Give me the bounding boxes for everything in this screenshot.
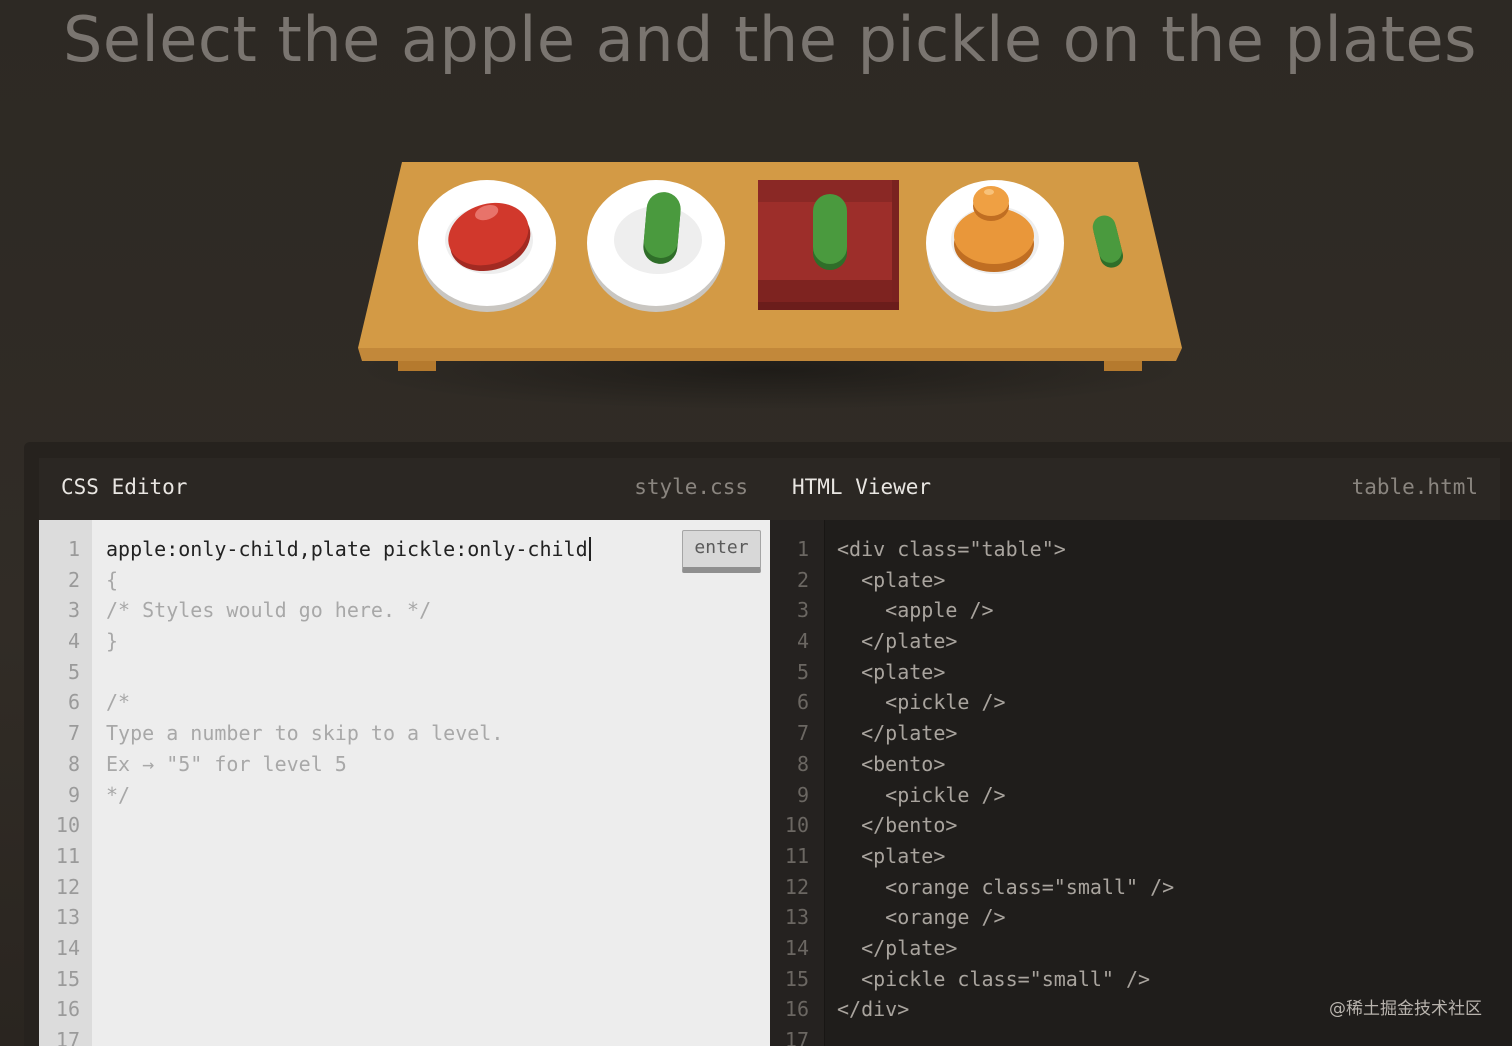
line-number: 4 — [796, 629, 809, 654]
game-stage: Select the apple and the pickle on the p… — [0, 0, 1512, 1046]
line-number: 8 — [796, 751, 809, 776]
line-number: 15 — [55, 966, 80, 991]
line-number: 8 — [67, 751, 80, 776]
line-number: 11 — [55, 843, 80, 868]
code-line: Type a number to skip to a level. — [106, 721, 504, 746]
table-front-edge — [358, 348, 1182, 361]
css-editor-header: CSS Editor style.css — [39, 458, 770, 521]
html-line-orange[interactable]: <orange /> — [837, 902, 1174, 933]
pickle — [813, 194, 847, 270]
html-line-pickle-small[interactable]: <pickle class="small" /> — [837, 964, 1174, 995]
html-line-plate-close[interactable]: </plate> — [837, 718, 1174, 749]
plate-with-oranges[interactable] — [926, 180, 1064, 312]
line-number: 9 — [796, 782, 809, 807]
html-line-pickle[interactable]: <pickle /> — [837, 780, 1174, 811]
line-number: 17 — [784, 1028, 809, 1046]
code-line: /* Styles would go here. */ — [106, 598, 432, 623]
line-number: 16 — [55, 997, 80, 1022]
line-number: 5 — [796, 659, 809, 684]
line-number: 2 — [796, 567, 809, 592]
plate-with-pickle[interactable] — [587, 180, 725, 312]
html-line-plate-close[interactable]: </plate> — [837, 933, 1174, 964]
html-line-plate[interactable]: <plate> — [837, 841, 1174, 872]
text-caret — [588, 537, 591, 561]
watermark: @稀土掘金技术社区 — [1329, 999, 1482, 1019]
code-line: { — [106, 567, 119, 592]
html-line-numbers: 1 2 3 4 5 6 7 8 9 10 11 12 13 14 15 16 1… — [770, 534, 809, 1046]
html-line-pickle[interactable]: <pickle /> — [837, 687, 1174, 718]
css-editor-title: CSS Editor — [61, 475, 188, 499]
html-line-plate[interactable]: <plate> — [837, 565, 1174, 596]
line-number: 4 — [67, 629, 80, 654]
html-viewer-filename: table.html — [1351, 475, 1478, 499]
line-number: 2 — [67, 567, 80, 592]
line-number: 14 — [784, 935, 809, 960]
line-number: 13 — [55, 905, 80, 930]
html-line-plate-close[interactable]: </plate> — [837, 626, 1174, 657]
html-line-bento-close[interactable]: </bento> — [837, 810, 1174, 841]
html-line-plate[interactable]: <plate> — [837, 657, 1174, 688]
html-line-table-close[interactable]: </div> — [837, 994, 1174, 1025]
code-line: Ex → "5" for level 5 — [106, 751, 347, 776]
bento-with-pickle[interactable] — [758, 180, 899, 310]
line-number: 15 — [784, 966, 809, 991]
code-line: } — [106, 629, 119, 654]
line-number: 16 — [784, 997, 809, 1022]
line-number: 12 — [55, 874, 80, 899]
html-code-area: <div class="table"> <plate> <apple /> </… — [837, 534, 1174, 1025]
line-number: 11 — [784, 843, 809, 868]
line-number: 6 — [796, 690, 809, 715]
code-line: */ — [106, 782, 131, 807]
code-line: /* — [106, 690, 131, 715]
line-number: 14 — [55, 935, 80, 960]
line-number: 1 — [796, 537, 809, 561]
plate-with-apple[interactable] — [418, 180, 556, 312]
html-line-table[interactable]: <div class="table"> — [837, 534, 1174, 565]
html-line-orange-small[interactable]: <orange class="small" /> — [837, 872, 1174, 903]
line-number: 3 — [67, 598, 80, 623]
css-selector-input[interactable]: apple:only-child,plate pickle:only-child — [106, 534, 591, 565]
css-editor-filename: style.css — [634, 475, 748, 499]
line-number: 6 — [67, 690, 80, 715]
line-number: 9 — [67, 782, 80, 807]
game-table — [358, 162, 1182, 371]
html-viewer-title: HTML Viewer — [792, 475, 932, 499]
line-number: 10 — [784, 813, 809, 838]
orange-small — [973, 186, 1009, 221]
line-number: 12 — [784, 874, 809, 899]
css-code-area: apple:only-child,plate pickle:only-child… — [106, 534, 591, 810]
line-number: 3 — [796, 598, 809, 623]
line-number: 5 — [67, 659, 80, 684]
css-line-numbers: 1 2 3 4 5 6 7 8 9 10 11 12 13 14 15 16 1… — [39, 534, 80, 1046]
html-line-apple[interactable]: <apple /> — [837, 595, 1174, 626]
enter-button[interactable]: enter — [682, 530, 761, 573]
html-line-bento[interactable]: <bento> — [837, 749, 1174, 780]
line-number: 13 — [784, 905, 809, 930]
line-number: 17 — [55, 1028, 80, 1046]
html-viewer-header: HTML Viewer table.html — [770, 458, 1500, 521]
css-selector-value: apple:only-child,plate pickle:only-child — [106, 537, 588, 561]
line-number: 7 — [796, 721, 809, 746]
line-number: 1 — [67, 537, 80, 561]
line-number: 7 — [67, 721, 80, 746]
line-number: 10 — [55, 813, 80, 838]
